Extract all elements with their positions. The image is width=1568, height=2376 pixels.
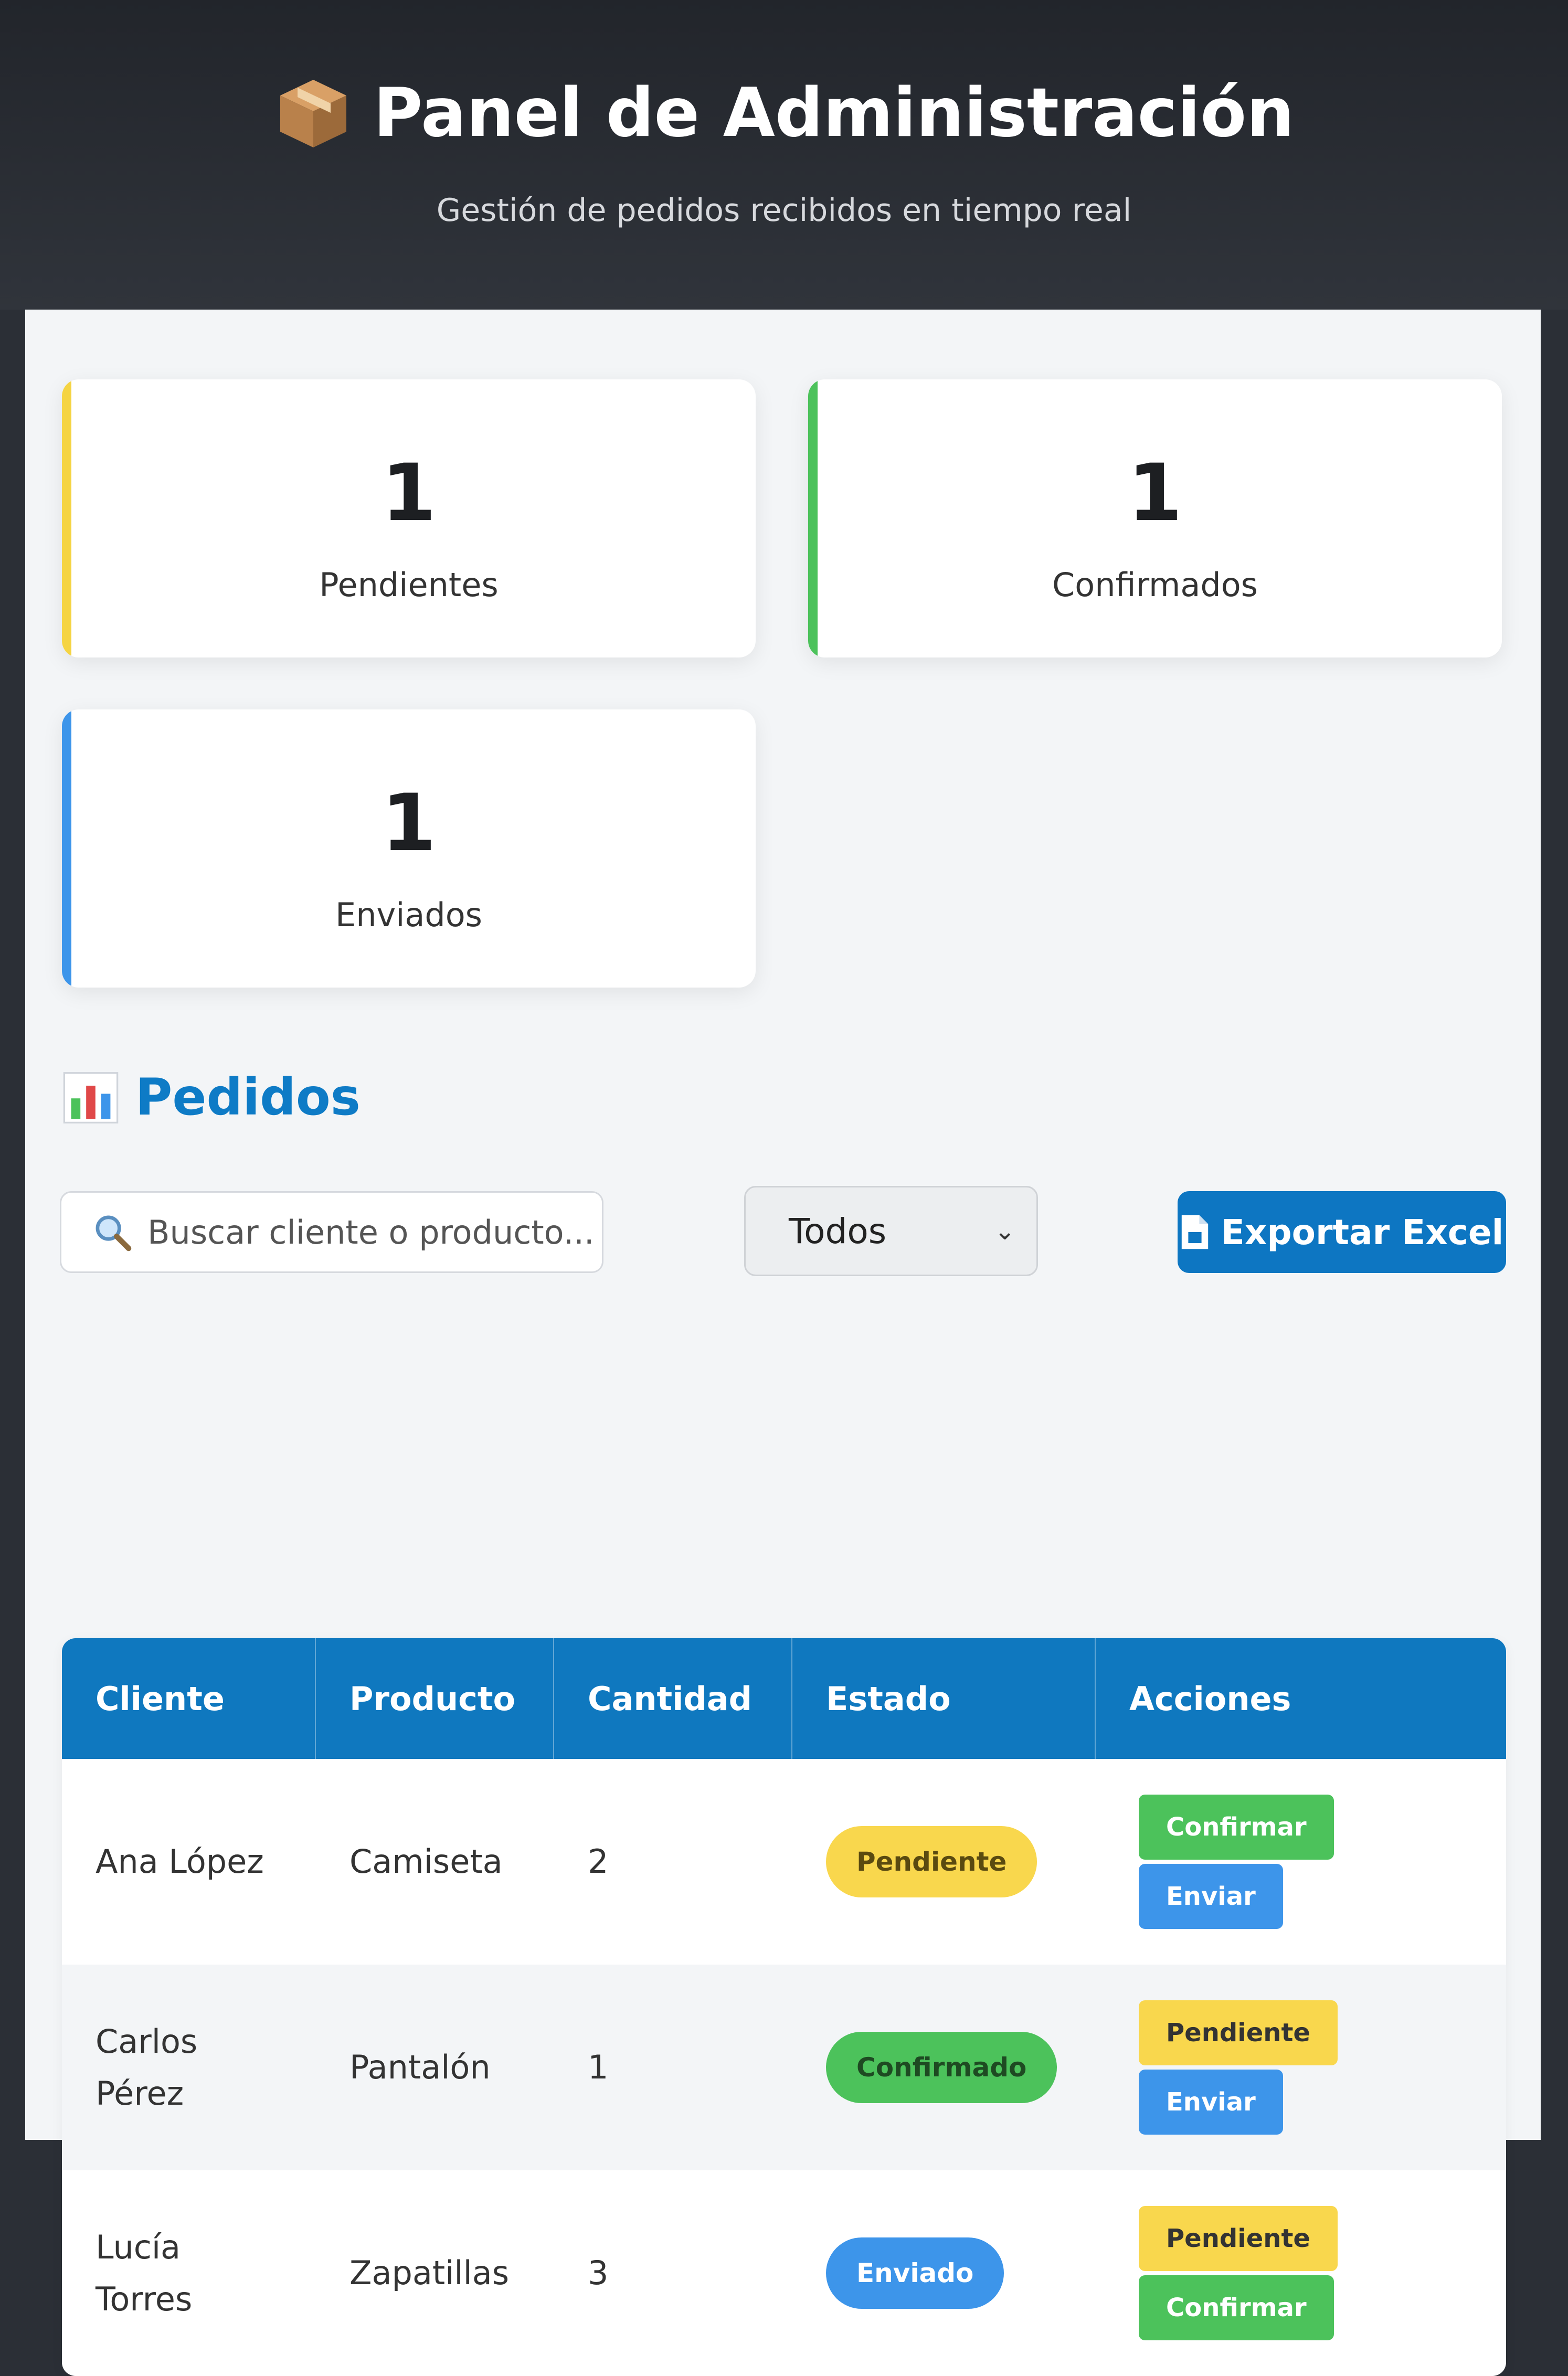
page-subtitle: Gestión de pedidos recibidos en tiempo r…: [436, 192, 1132, 229]
section-title: Pedidos: [62, 1068, 361, 1127]
status-badge: Confirmado: [826, 2032, 1057, 2103]
confirm-button[interactable]: Confirmar: [1139, 2275, 1334, 2340]
confirm-button[interactable]: Confirmar: [1139, 1795, 1334, 1860]
stat-value: 1: [381, 448, 437, 539]
cell-cliente: Carlos Pérez: [62, 1965, 316, 2170]
cell-estado: Confirmado: [792, 1965, 1096, 2170]
cell-producto: Pantalón: [349, 2048, 491, 2087]
cell-estado: Enviado: [792, 2170, 1096, 2376]
column-header-cliente: Cliente: [62, 1638, 316, 1759]
cell-cantidad: 3: [588, 2254, 609, 2293]
cliente-text: Carlos Pérez: [96, 2022, 198, 2113]
send-button[interactable]: Enviar: [1139, 2070, 1283, 2135]
search-icon: [96, 1215, 132, 1251]
table-header: Cliente Producto Cantidad Estado Accione…: [62, 1638, 1506, 1759]
cell-estado: Pendiente: [792, 1759, 1096, 1965]
orders-table: Cliente Producto Cantidad Estado Accione…: [62, 1638, 1506, 2376]
chevron-down-icon: ⌄: [994, 1216, 1015, 1246]
search-input[interactable]: Buscar cliente o producto...: [60, 1191, 603, 1273]
package-icon: [280, 80, 346, 147]
table-row: Carlos Pérez Pantalón 1 Confirmado Pendi…: [62, 1965, 1506, 2170]
section-title-text: Pedidos: [135, 1068, 361, 1127]
table-row: Lucía Torres Zapatillas 3 Enviado Pendie…: [62, 2170, 1506, 2376]
status-badge: Pendiente: [826, 1826, 1037, 1897]
status-badge: Enviado: [826, 2237, 1004, 2309]
column-header-producto: Producto: [316, 1638, 554, 1759]
stat-label: Confirmados: [1052, 566, 1258, 604]
search-placeholder: Buscar cliente o producto...: [147, 1213, 595, 1251]
cell-producto: Camiseta: [349, 1842, 503, 1881]
stat-value: 1: [381, 778, 437, 869]
column-header-acciones: Acciones: [1129, 1679, 1291, 1718]
file-icon: [1181, 1215, 1208, 1249]
status-filter-select[interactable]: Todos ⌄: [744, 1186, 1038, 1276]
cell-acciones: Pendiente Confirmar: [1096, 2170, 1506, 2376]
cell-cliente: Lucía Torres: [62, 2170, 316, 2376]
table-row: Ana López Camiseta 2 Pendiente Confirmar…: [62, 1759, 1506, 1965]
cell-acciones: Confirmar Enviar: [1096, 1759, 1506, 1965]
cell-cantidad: 1: [588, 2048, 609, 2087]
column-header-estado: Estado: [792, 1638, 1096, 1759]
cliente-text: Lucía Torres: [96, 2228, 193, 2318]
pending-button[interactable]: Pendiente: [1139, 2000, 1338, 2065]
page-title: Panel de Administración: [0, 73, 1568, 152]
title-text: Panel de Administración: [373, 73, 1295, 152]
bar-chart-icon: [63, 1072, 119, 1124]
main-content: 1 Pendientes 1 Confirmados 1 Enviados Pe…: [25, 310, 1541, 2376]
page-header: Panel de Administración Gestión de pedid…: [0, 0, 1568, 310]
stat-value: 1: [1127, 448, 1183, 539]
stat-card-confirmados: 1 Confirmados: [808, 379, 1502, 657]
cell-cantidad: 2: [588, 1842, 609, 1881]
export-excel-button[interactable]: Exportar Excel: [1178, 1191, 1506, 1273]
send-button[interactable]: Enviar: [1139, 1864, 1283, 1929]
stat-card-pendientes: 1 Pendientes: [62, 379, 756, 657]
select-value: Todos: [789, 1211, 887, 1251]
stat-label: Pendientes: [319, 566, 499, 604]
stat-label: Enviados: [335, 896, 482, 934]
stat-card-enviados: 1 Enviados: [62, 709, 756, 988]
column-header-cantidad: Cantidad: [554, 1638, 792, 1759]
export-label: Exportar Excel: [1221, 1212, 1504, 1253]
cell-producto: Zapatillas: [349, 2254, 510, 2293]
cell-acciones: Pendiente Enviar: [1096, 1965, 1506, 2170]
cell-cliente: Ana López: [96, 1842, 264, 1881]
pending-button[interactable]: Pendiente: [1139, 2206, 1338, 2271]
